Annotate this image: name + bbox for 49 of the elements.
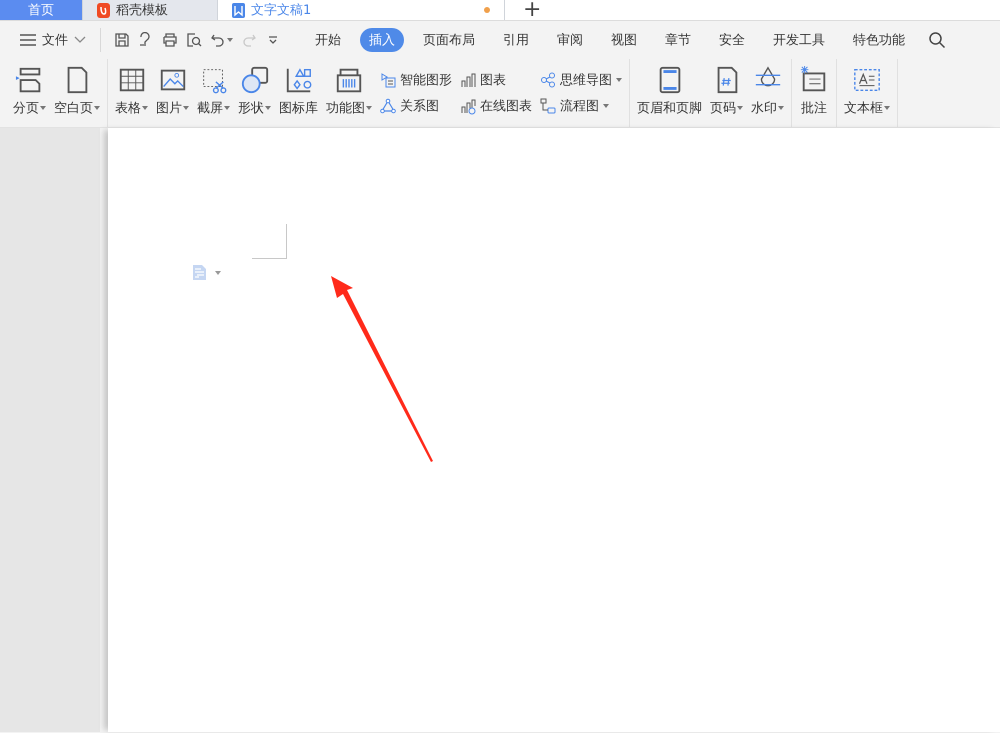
smart-graphic-icon	[380, 72, 397, 88]
caret-icon[interactable]	[215, 271, 221, 275]
ribbon-tab[interactable]: 章节	[656, 28, 700, 52]
chevron-down-icon	[74, 36, 86, 44]
ribbon-tool-button[interactable]: 分页	[9, 59, 50, 127]
ribbon-tool-button[interactable]: 流程图	[540, 97, 622, 115]
ribbon-tool-button[interactable]: 图标库	[275, 59, 322, 127]
menu-icon	[20, 34, 36, 46]
relation-chart-icon	[380, 98, 397, 114]
undo-icon[interactable]	[210, 32, 226, 48]
print-preview-icon[interactable]	[186, 32, 202, 48]
ribbon-tab[interactable]: 开发工具	[764, 28, 834, 52]
ribbon-tab[interactable]: 开始	[306, 28, 350, 52]
ribbon-tool-button[interactable]: 批注	[795, 59, 833, 127]
ribbon-tool-button[interactable]: 思维导图	[540, 71, 622, 89]
ribbon-tab[interactable]: 页面布局	[414, 28, 484, 52]
ribbon-tool-button[interactable]: 页码	[706, 59, 747, 127]
ribbon-tool-button[interactable]: 截屏	[193, 59, 234, 127]
ribbon-tool-button[interactable]: 图片	[152, 59, 193, 127]
ribbon-tool-button[interactable]: 页眉和页脚	[633, 59, 706, 127]
writer-logo-icon	[232, 2, 245, 18]
ribbon-tab[interactable]: 安全	[710, 28, 754, 52]
ribbon-tool-button[interactable]: 形状	[234, 59, 275, 127]
document-tab[interactable]: 稻壳模板	[83, 0, 218, 20]
ribbon-tool-button[interactable]: 空白页	[50, 59, 104, 127]
online-chart-icon	[460, 98, 477, 114]
mind-map-icon	[540, 72, 557, 88]
print-icon[interactable]	[162, 32, 178, 48]
ribbon-tool-button[interactable]: 文本框	[840, 59, 894, 127]
ribbon-tool-button[interactable]: 表格	[111, 59, 152, 127]
shapes-icon	[240, 65, 270, 95]
ribbon-tool-button[interactable]: 水印	[747, 59, 788, 127]
ribbon-tool-button[interactable]: 功能图	[322, 59, 376, 127]
bar-chart-icon	[460, 72, 477, 88]
ribbon-tab[interactable]: 视图	[602, 28, 646, 52]
ribbon-tool-button[interactable]: 关系图	[380, 97, 452, 115]
ribbon-tab[interactable]: 特色功能	[844, 28, 914, 52]
ribbon-tab[interactable]: 引用	[494, 28, 538, 52]
caret-icon	[227, 38, 233, 42]
ribbon-tab[interactable]: 审阅	[548, 28, 592, 52]
margin-corner-mark	[252, 224, 287, 259]
search-icon[interactable]	[928, 31, 946, 49]
new-tab-button[interactable]: +	[505, 0, 560, 20]
flowchart-icon	[540, 98, 557, 114]
ribbon-tool-button[interactable]: 智能图形	[380, 71, 452, 89]
file-menu-button[interactable]: 文件	[16, 31, 90, 49]
ribbon-tool-button[interactable]: 在线图表	[460, 97, 532, 115]
save-icon[interactable]	[114, 32, 130, 48]
ribbon-tool-button[interactable]: 图表	[460, 71, 532, 89]
